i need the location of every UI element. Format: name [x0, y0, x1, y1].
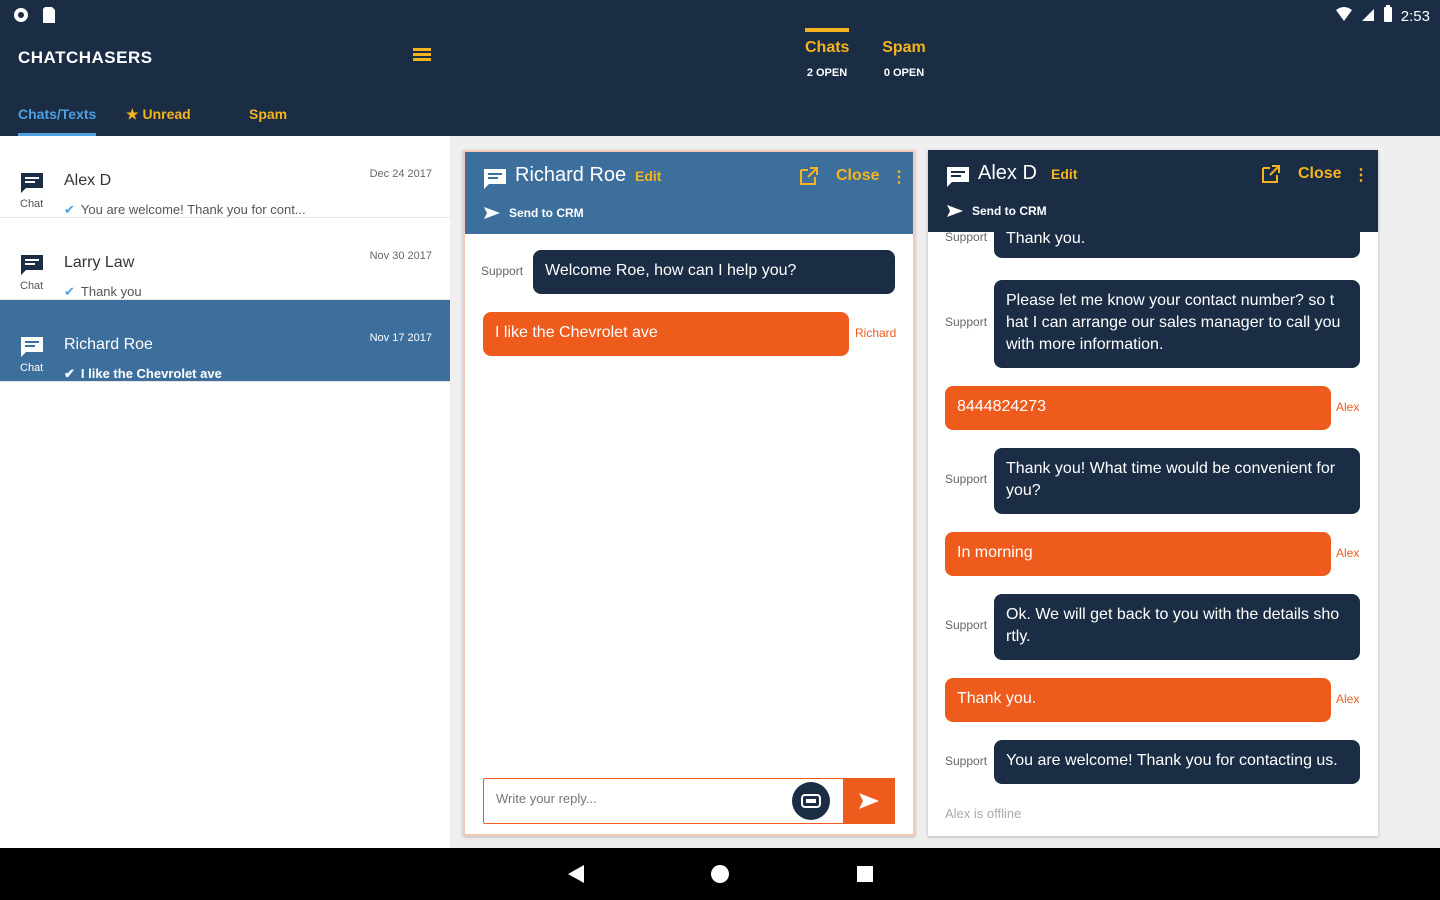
send-to-crm-label: Send to CRM [509, 206, 584, 220]
send-icon [947, 205, 963, 217]
message-sender: Alex [1336, 400, 1360, 414]
reply-box [483, 778, 895, 824]
conversation-type: Chat [20, 280, 44, 292]
conversation-date: Nov 30 2017 [369, 250, 432, 262]
conversation-preview: I like the Chevrolet ave [80, 366, 222, 381]
chat-window-richard: Richard Roe Edit Close ⋮ Send to CRM Sup… [463, 150, 915, 836]
chat-contact-name: Richard Roe [515, 164, 627, 186]
message-bubble-customer: 8444824273 [945, 386, 1331, 430]
message-sender: Support [945, 315, 988, 329]
double-check-icon: ✔ [64, 366, 75, 381]
menu-icon[interactable] [413, 48, 431, 64]
conversation-name: Larry Law [64, 254, 135, 271]
message-bubble-support: Please let me know your contact number? … [994, 280, 1360, 368]
more-options-icon[interactable]: ⋮ [891, 167, 907, 187]
send-to-crm-label: Send to CRM [972, 204, 1047, 218]
app-header: CHATCHASERS Chats 2 OPEN Spam 0 OPEN Cha… [0, 28, 1440, 136]
chat-window-alex: Support Thank you. Support Please let me… [928, 150, 1378, 836]
battery-icon [1383, 5, 1393, 27]
message-sender: Richard [855, 326, 897, 340]
conversation-name: Alex D [64, 172, 112, 189]
reply-input[interactable] [496, 791, 776, 806]
message-bubble-customer: In morning [945, 532, 1331, 576]
send-to-crm-button[interactable]: Send to CRM [483, 206, 584, 220]
send-icon [859, 793, 879, 809]
message-sender: Support [945, 230, 988, 244]
tab-spam-label: Spam [882, 39, 926, 56]
offline-status: Alex is offline [945, 806, 1022, 821]
recents-icon[interactable] [855, 864, 875, 884]
message-bubble-support: Welcome Roe, how can I help you? [533, 250, 895, 294]
conversation-type: Chat [20, 362, 44, 374]
conversation-preview: Thank you [80, 284, 142, 299]
message-sender: Alex [1336, 546, 1360, 560]
message-bubble-support: You are welcome! Thank you for contactin… [994, 740, 1360, 784]
message-bubble-support: Thank you! What time would be convenient… [994, 448, 1360, 514]
conversation-date: Nov 17 2017 [369, 332, 432, 344]
double-check-icon: ✔ [64, 202, 75, 217]
edit-button[interactable]: Edit [635, 168, 661, 184]
subtab-unread-label: Unread [142, 106, 191, 122]
open-external-icon[interactable] [799, 166, 819, 186]
message-bubble-customer: Thank you. [945, 678, 1331, 722]
conversation-name: Richard Roe [64, 336, 153, 353]
brand-title: CHATCHASERS [18, 48, 153, 67]
chat-header: Alex D Edit Close ⋮ Send to CRM [928, 150, 1378, 232]
chat-icon [21, 337, 43, 357]
conversation-item[interactable]: Chat Larry Law Nov 30 2017 ✔ Thank you [0, 218, 450, 300]
message-sender: Support [945, 472, 988, 486]
status-bar: 2:53 [0, 0, 1440, 28]
close-button[interactable]: Close [836, 167, 880, 185]
message-sender: Alex [1336, 692, 1360, 706]
wifi-icon [1335, 6, 1353, 26]
tab-chats-label: Chats [805, 39, 850, 56]
conversation-list: Chat Alex D Dec 24 2017 ✔ You are welcome… [0, 136, 450, 848]
message-sender: Support [945, 618, 988, 632]
conversation-preview: You are welcome! Thank you for cont... [80, 202, 306, 217]
chat-contact-name: Alex D [978, 162, 1037, 184]
emoji-icon[interactable] [792, 782, 830, 820]
chat-header: Richard Roe Edit Close ⋮ Send to CRM [465, 152, 913, 234]
sim-card-icon [40, 6, 58, 24]
conversation-type: Chat [20, 198, 44, 210]
conversation-item-selected[interactable]: Chat Richard Roe Nov 17 2017 ✔ I like the… [0, 300, 450, 382]
message-bubble-customer: I like the Chevrolet ave [483, 312, 849, 356]
tab-spam[interactable]: Spam 0 OPEN [881, 28, 927, 88]
double-check-icon: ✔ [64, 284, 75, 299]
message-sender: Support [481, 264, 524, 278]
chat-icon [21, 255, 43, 275]
system-navigation-bar [0, 848, 1440, 900]
edit-button[interactable]: Edit [1051, 166, 1077, 182]
conversation-item[interactable]: Chat Alex D Dec 24 2017 ✔ You are welcome… [0, 136, 450, 218]
more-options-icon[interactable]: ⋮ [1353, 165, 1369, 185]
subtab-unread[interactable]: ★ Unread [126, 106, 206, 136]
settings-notification-icon [12, 6, 30, 24]
tab-spam-count: 0 OPEN [883, 67, 925, 79]
tab-chats[interactable]: Chats 2 OPEN [805, 28, 849, 88]
subtab-chats-texts[interactable]: Chats/Texts [18, 106, 96, 136]
home-icon[interactable] [710, 864, 730, 884]
signal-icon [1361, 6, 1375, 26]
send-to-crm-button[interactable]: Send to CRM [946, 204, 1047, 218]
chat-icon [947, 167, 969, 187]
chat-icon [21, 173, 43, 193]
star-icon: ★ [126, 106, 139, 122]
send-icon [484, 207, 500, 219]
close-button[interactable]: Close [1298, 165, 1342, 183]
clock-time: 2:53 [1400, 7, 1430, 25]
conversation-date: Dec 24 2017 [369, 168, 432, 180]
message-bubble-support: Ok. We will get back to you with the det… [994, 594, 1360, 660]
chat-icon [484, 169, 506, 189]
back-icon[interactable] [566, 864, 586, 884]
send-button[interactable] [843, 778, 895, 824]
subtab-spam[interactable]: Spam [249, 106, 289, 136]
message-sender: Support [945, 754, 988, 768]
open-external-icon[interactable] [1261, 164, 1281, 184]
tab-chats-count: 2 OPEN [806, 67, 848, 79]
